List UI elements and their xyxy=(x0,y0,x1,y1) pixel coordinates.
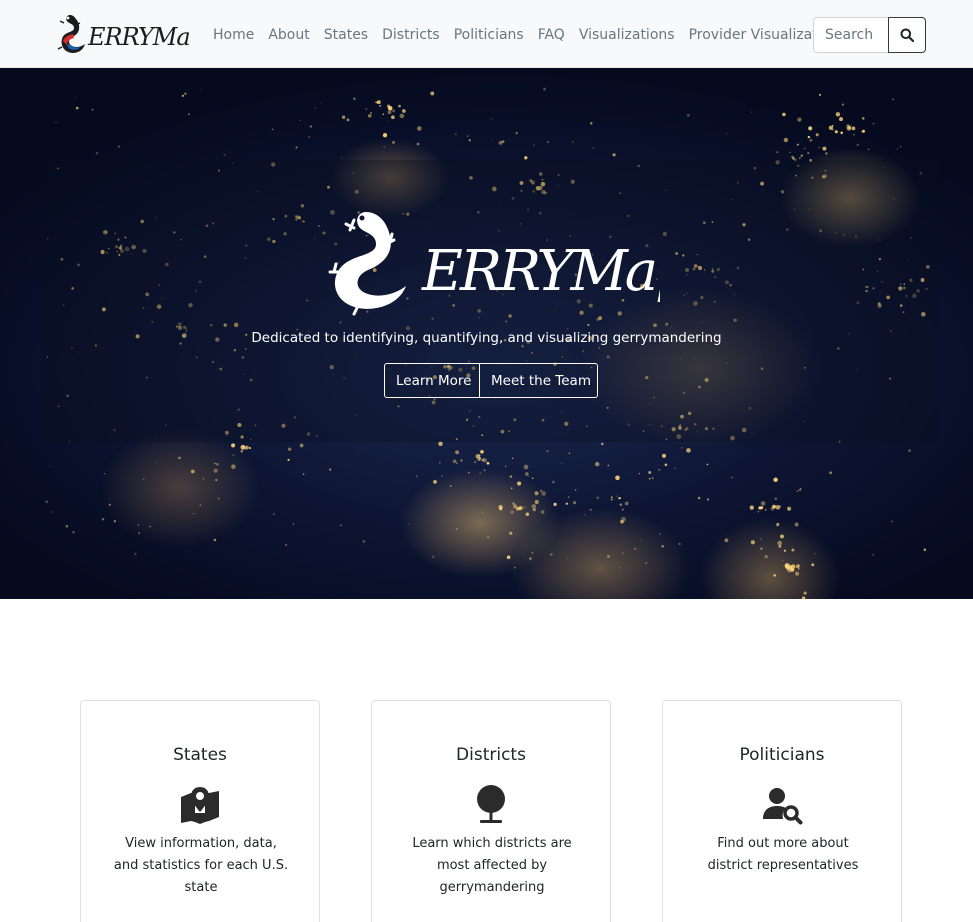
user-search-icon xyxy=(763,788,803,825)
hero-gerrymap-logo: ERRYMap xyxy=(328,212,660,316)
map-pin-icon xyxy=(181,787,219,824)
hero-wordmark: ERRYMap xyxy=(421,239,660,304)
card-politicians[interactable]: Politicians Find out more about district… xyxy=(662,700,902,922)
search-form xyxy=(813,17,926,53)
card-description: Find out more about district representat… xyxy=(707,836,859,873)
search-button[interactable] xyxy=(888,17,926,53)
search-icon xyxy=(900,28,914,42)
nav-link-faq[interactable]: FAQ xyxy=(531,24,572,46)
hero-banner: ERRYMap Dedicated to identifying, quanti… xyxy=(0,68,973,599)
card-title: Politicians xyxy=(739,745,825,765)
hero-button-group: Learn More Meet the Team xyxy=(384,363,598,398)
card-title: States xyxy=(173,745,227,765)
nav-link-home[interactable]: Home xyxy=(206,24,261,46)
meet-the-team-button[interactable]: Meet the Team xyxy=(480,363,598,398)
search-input[interactable] xyxy=(813,17,888,53)
card-states[interactable]: States View information, data, and stati… xyxy=(80,700,320,922)
hero-tagline: Dedicated to identifying, quantifying, a… xyxy=(251,330,722,346)
nav-link-visualizations[interactable]: Visualizations xyxy=(572,24,682,46)
nav-link-states[interactable]: States xyxy=(317,24,375,46)
nav-link-districts[interactable]: Districts xyxy=(375,24,447,46)
card-description: View information, data, and statistics f… xyxy=(113,836,289,895)
globe-stand-icon xyxy=(477,785,505,823)
brand-wordmark: ERRYMap xyxy=(87,23,190,51)
gerrymap-logo[interactable]: ERRYMap xyxy=(56,11,190,59)
nav-links: Home About States Districts Politicians … xyxy=(206,24,853,46)
nav-link-politicians[interactable]: Politicians xyxy=(447,24,531,46)
card-title: Districts xyxy=(456,745,526,765)
navbar: ERRYMap Home About States Districts Poli… xyxy=(0,0,973,68)
card-districts[interactable]: Districts Learn which districts are most… xyxy=(371,700,611,922)
learn-more-button[interactable]: Learn More xyxy=(384,363,480,398)
card-description: Learn which districts are most affected … xyxy=(412,836,572,895)
nav-link-about[interactable]: About xyxy=(261,24,316,46)
